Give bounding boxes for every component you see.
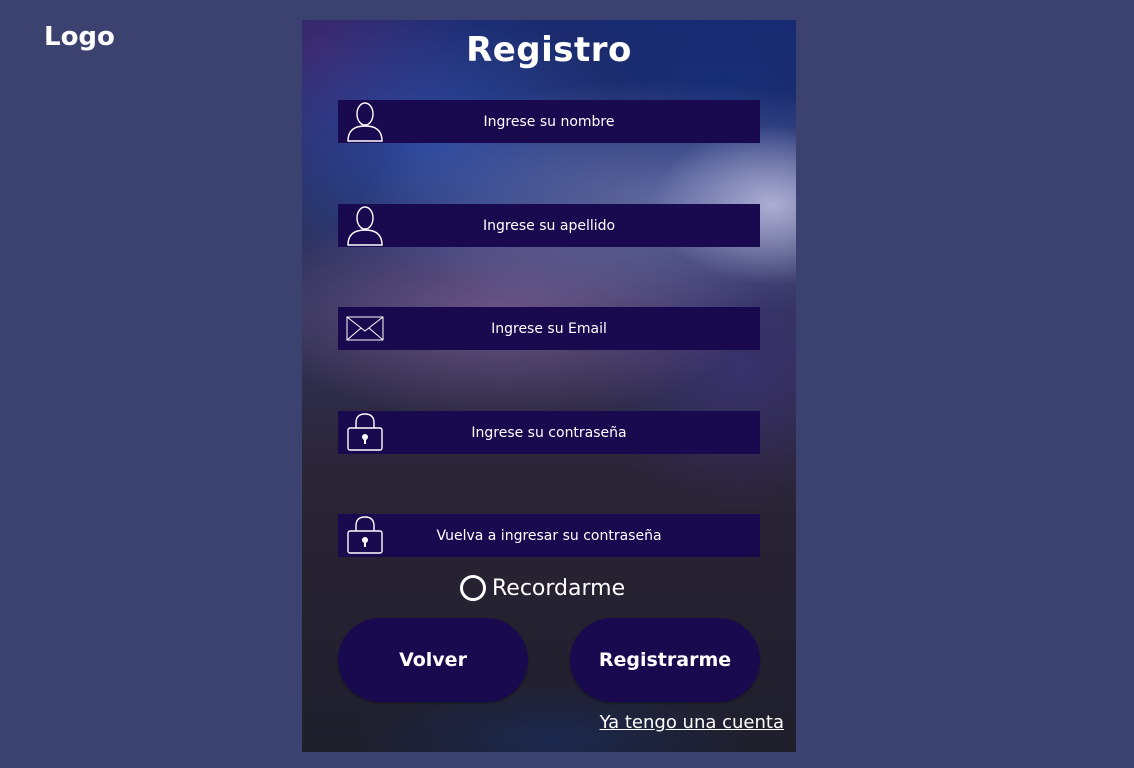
user-icon (346, 204, 384, 247)
email-field-container (338, 307, 760, 350)
lastname-field-container (338, 204, 760, 247)
password-field-container (338, 411, 760, 454)
user-icon (346, 100, 384, 143)
lock-icon (346, 514, 384, 557)
remember-me-option[interactable]: Recordarme (460, 573, 625, 603)
confirm-password-input[interactable] (338, 514, 760, 557)
register-panel: Registro Ingrese su nombre Ingrese su ap… (302, 20, 796, 752)
email-input[interactable] (338, 307, 760, 350)
remember-me-label: Recordarme (492, 575, 626, 601)
lock-icon (346, 411, 384, 454)
name-field-container (338, 100, 760, 143)
remember-me-radio[interactable] (460, 575, 486, 601)
register-button[interactable]: Registrarme (570, 618, 760, 702)
lastname-input[interactable] (338, 204, 760, 247)
login-link[interactable]: Ya tengo una cuenta (600, 712, 784, 733)
name-input[interactable] (338, 100, 760, 143)
page-title: Registro (466, 30, 632, 70)
logo[interactable]: Logo (44, 22, 115, 52)
envelope-icon (346, 307, 384, 350)
password-input[interactable] (338, 411, 760, 454)
back-button[interactable]: Volver (338, 618, 528, 702)
confirm-password-field-container (338, 514, 760, 557)
